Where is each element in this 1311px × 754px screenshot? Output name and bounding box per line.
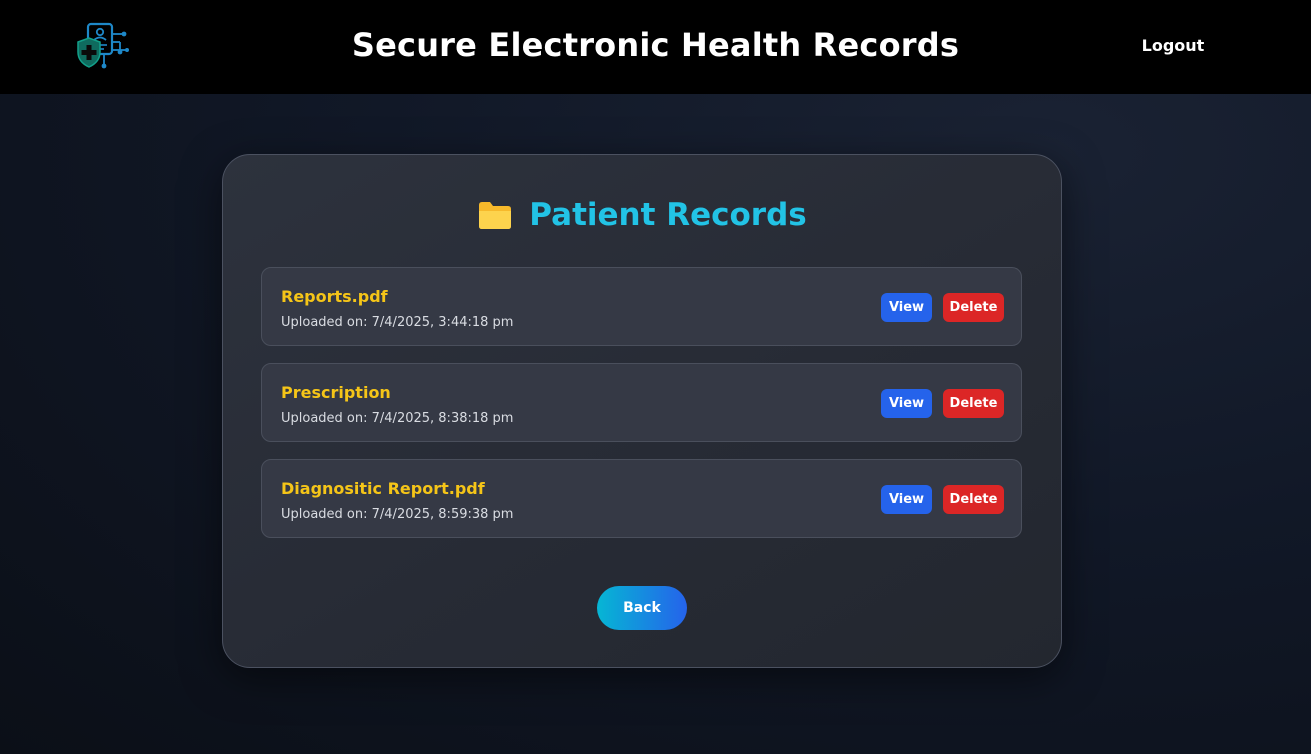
record-name: Diagnositic Report.pdf [281,479,485,498]
card-title: Patient Records [529,197,807,233]
delete-button[interactable]: Delete [943,293,1004,322]
folder-icon [477,199,513,231]
record-name: Prescription [281,383,391,402]
delete-button[interactable]: Delete [943,485,1004,514]
record-name: Reports.pdf [281,287,388,306]
delete-button[interactable]: Delete [943,389,1004,418]
top-navbar: Secure Electronic Health Records Logout [0,0,1311,94]
record-upload-date: Uploaded on: 7/4/2025, 8:59:38 pm [281,507,514,522]
app-title: Secure Electronic Health Records [351,26,960,64]
record-item: Diagnositic Report.pdf Uploaded on: 7/4/… [261,459,1022,538]
record-upload-date: Uploaded on: 7/4/2025, 3:44:18 pm [281,315,514,330]
record-item: Reports.pdf Uploaded on: 7/4/2025, 3:44:… [261,267,1022,346]
back-button[interactable]: Back [597,586,687,630]
view-button[interactable]: View [881,293,932,322]
logout-button[interactable]: Logout [1138,36,1208,55]
patient-records-card: Patient Records Reports.pdf Uploaded on:… [222,154,1062,668]
record-upload-date: Uploaded on: 7/4/2025, 8:38:18 pm [281,411,514,426]
card-header: Patient Records [223,195,1061,235]
view-button[interactable]: View [881,389,932,418]
record-item: Prescription Uploaded on: 7/4/2025, 8:38… [261,363,1022,442]
view-button[interactable]: View [881,485,932,514]
